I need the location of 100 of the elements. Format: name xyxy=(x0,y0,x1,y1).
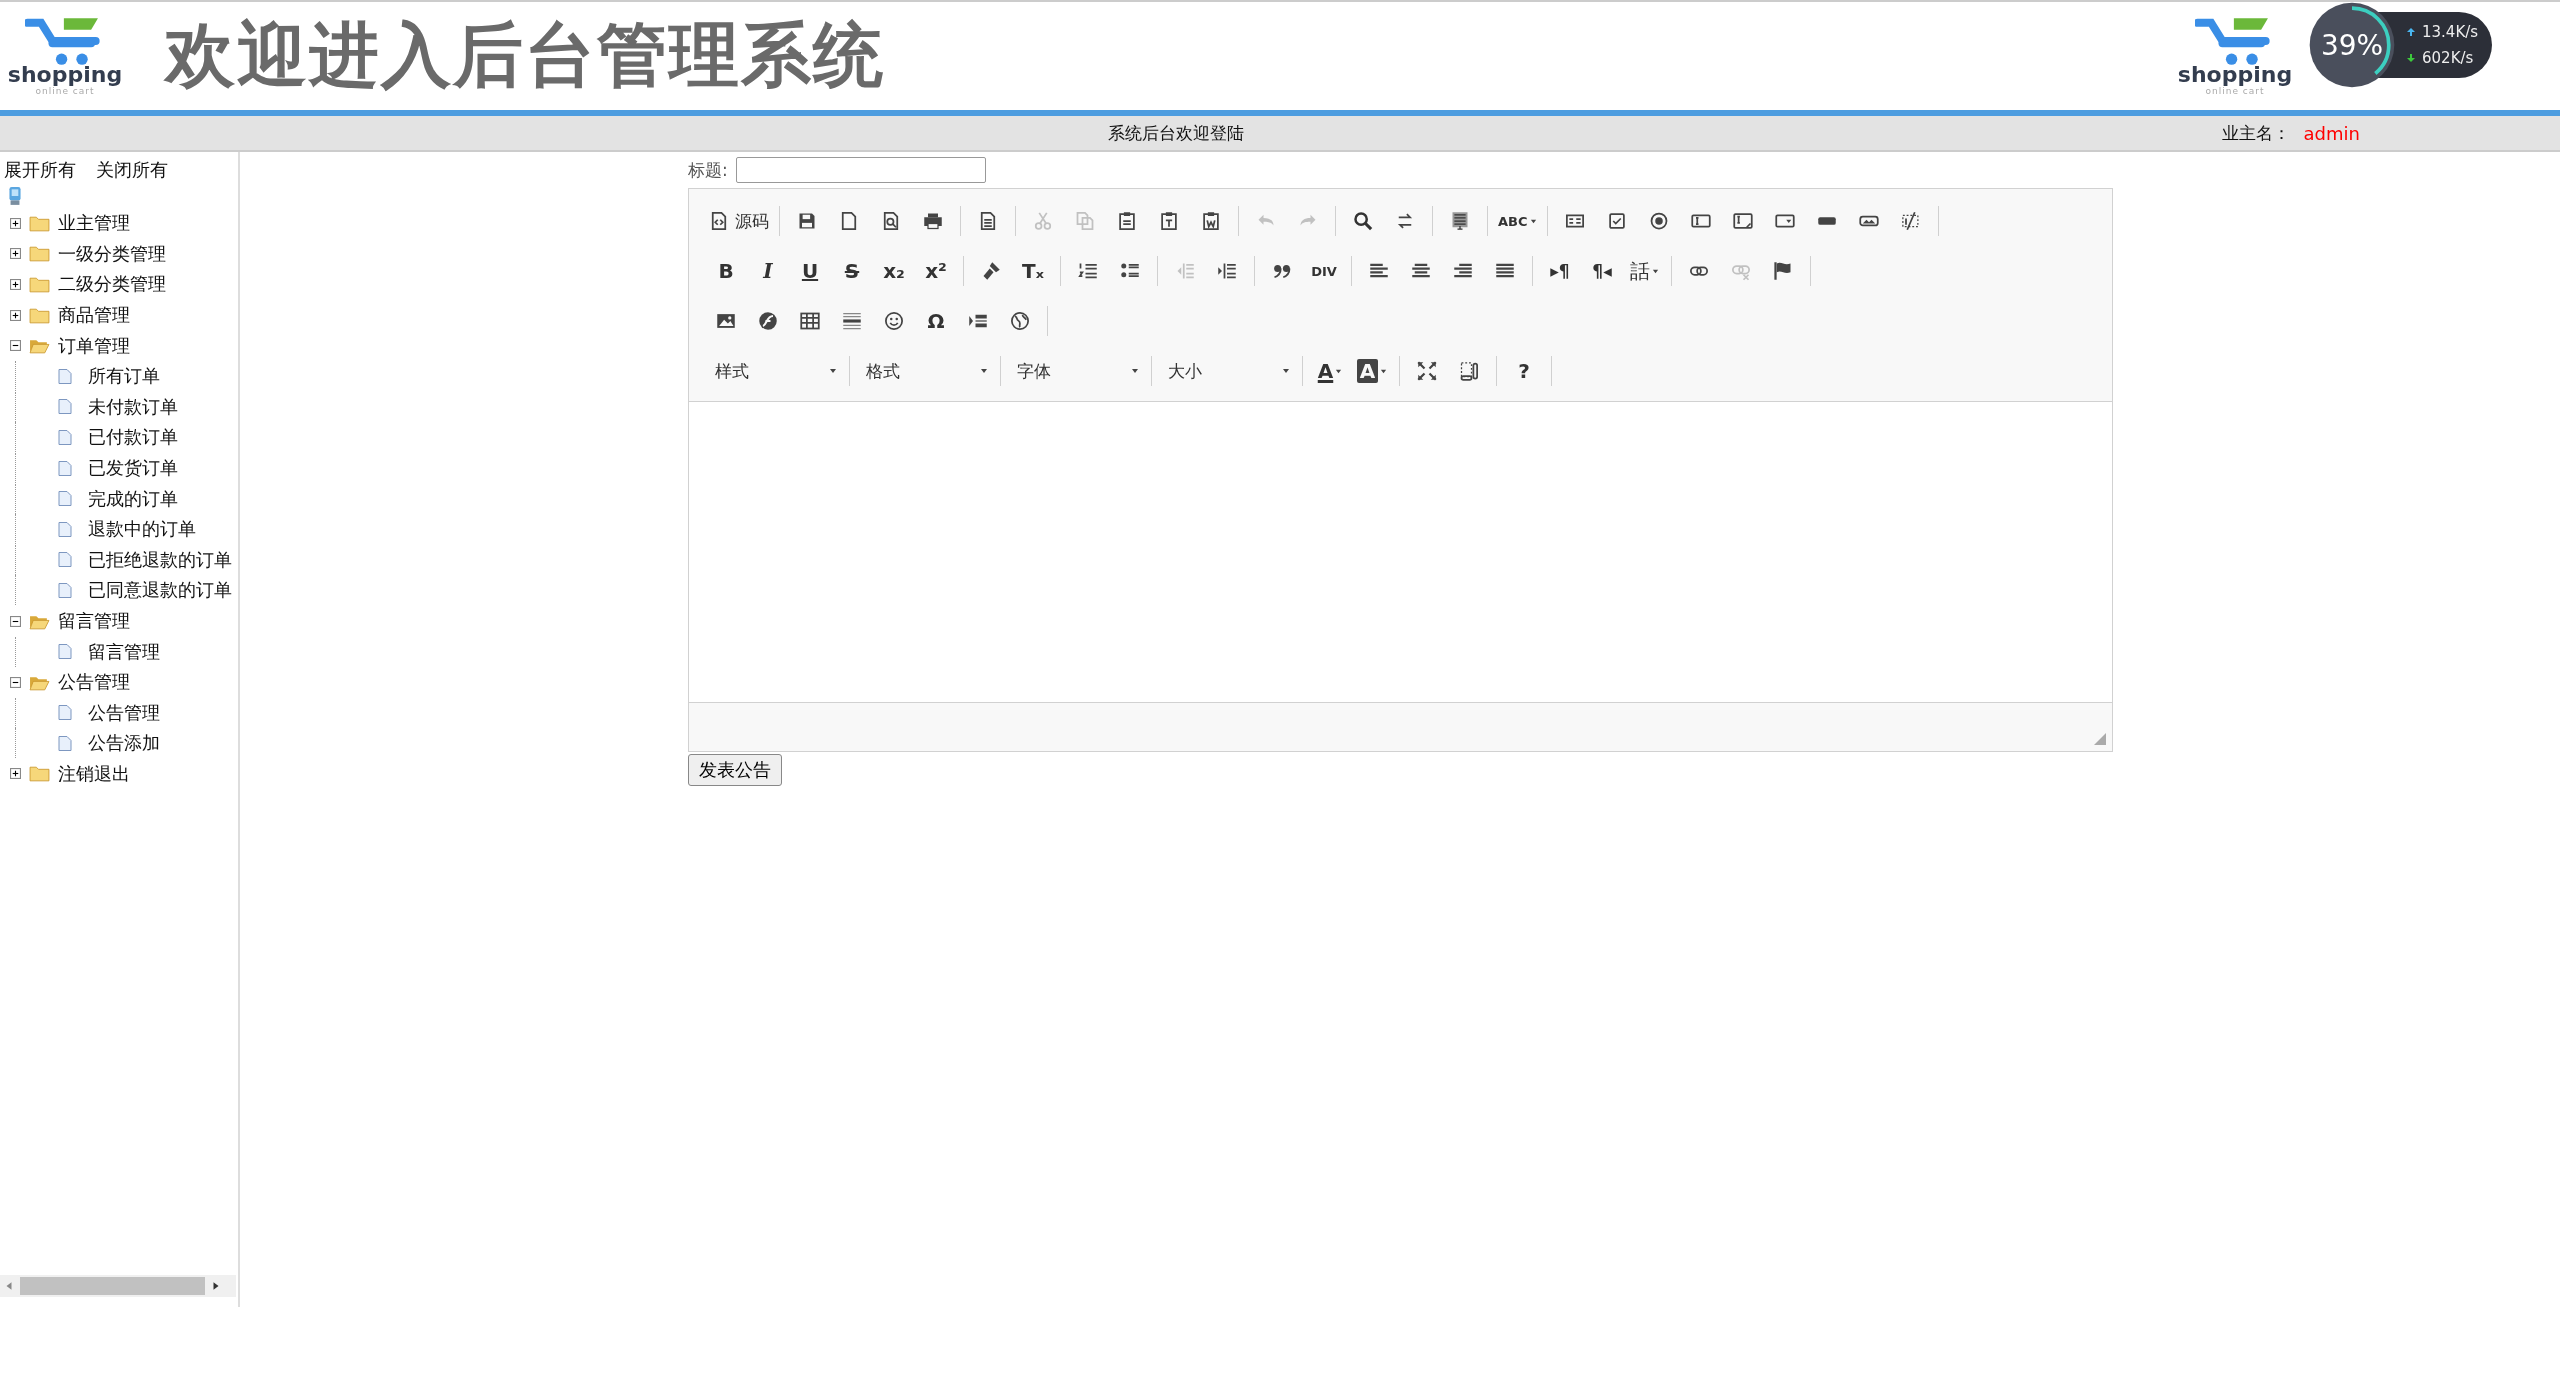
page-icon xyxy=(58,581,72,599)
dropdown-combo[interactable]: 大小 xyxy=(1158,356,1296,386)
source-button[interactable]: 源码 xyxy=(705,206,773,236)
language-button[interactable]: 話 xyxy=(1623,256,1665,286)
subscript-button[interactable]: x₂ xyxy=(873,256,915,286)
document-icon xyxy=(978,211,998,231)
expand-icon[interactable] xyxy=(10,248,21,260)
page-icon xyxy=(58,490,72,508)
tree-page-item[interactable]: 已拒绝退款的订单 xyxy=(88,547,232,572)
dropdown-combo[interactable]: 样式 xyxy=(705,356,843,386)
italic-button[interactable]: I xyxy=(747,256,789,286)
tree-page-item[interactable]: 已同意退款的订单 xyxy=(88,578,232,603)
scroll-left-icon[interactable] xyxy=(4,1281,14,1291)
collapse-icon[interactable] xyxy=(10,340,21,352)
maximize-icon xyxy=(1417,361,1437,381)
site-title: 欢迎进入后台管理系统 xyxy=(165,13,885,98)
expand-icon[interactable] xyxy=(10,768,21,780)
caret-icon xyxy=(1131,367,1139,375)
tree-folder-item[interactable]: 商品管理 xyxy=(58,303,130,328)
collapse-icon[interactable] xyxy=(10,615,21,627)
expand-icon[interactable] xyxy=(10,217,21,229)
page-icon xyxy=(58,428,72,446)
tree-page-item[interactable]: 已发货订单 xyxy=(88,456,178,481)
tree-page-item[interactable]: 完成的订单 xyxy=(88,486,178,511)
outdent-icon xyxy=(1175,261,1195,281)
caret-icon xyxy=(829,367,837,375)
scissors-icon xyxy=(1033,211,1053,231)
expand-all-link[interactable]: 展开所有 xyxy=(4,158,76,182)
folder-icon xyxy=(29,214,50,232)
user-name: admin xyxy=(2303,122,2360,144)
upload-arrow-icon xyxy=(2406,27,2416,37)
rtl-button[interactable]: ¶◂ xyxy=(1581,256,1623,286)
logo-tagline: online cart xyxy=(2205,86,2265,96)
globe-icon xyxy=(1010,311,1030,331)
specialchar-button[interactable]: Ω xyxy=(915,306,957,336)
tree-page-item[interactable]: 未付款订单 xyxy=(88,394,178,419)
download-arrow-icon xyxy=(2406,53,2416,63)
clipboard-icon xyxy=(1117,211,1137,231)
page-icon xyxy=(58,520,72,538)
underline-button[interactable]: U xyxy=(789,256,831,286)
creatediv-button[interactable]: DIV xyxy=(1303,256,1345,286)
scroll-right-icon[interactable] xyxy=(211,1281,221,1291)
horizontal-scrollbar[interactable] xyxy=(0,1275,236,1297)
tree-folder-item[interactable]: 一级分类管理 xyxy=(58,241,166,266)
dropdown-combo[interactable]: 格式 xyxy=(856,356,994,386)
ltr-button[interactable]: ▸¶ xyxy=(1539,256,1581,286)
textcolor-button[interactable]: A xyxy=(1309,356,1351,386)
folder-icon xyxy=(29,245,50,263)
folder-icon xyxy=(29,306,50,324)
tree-page-item[interactable]: 公告添加 xyxy=(88,731,160,756)
superscript-button[interactable]: x² xyxy=(915,256,957,286)
strike-button[interactable]: S xyxy=(831,256,873,286)
about-button[interactable]: ? xyxy=(1503,356,1545,386)
expand-icon[interactable] xyxy=(10,279,21,290)
tree-page-item[interactable]: 退款中的订单 xyxy=(88,517,196,542)
title-input[interactable] xyxy=(735,157,986,183)
clipboard-icon xyxy=(1159,211,1179,231)
page-icon xyxy=(58,459,72,477)
tree-folder-item[interactable]: 二级分类管理 xyxy=(58,272,166,297)
dropdown-combo[interactable]: 字体 xyxy=(1007,356,1145,386)
page-search-icon xyxy=(881,211,901,231)
expand-icon[interactable] xyxy=(10,309,21,321)
tree-page-item[interactable]: 已付款订单 xyxy=(88,425,178,450)
smiley-icon xyxy=(884,311,904,331)
logo-tagline: online cart xyxy=(35,86,95,96)
clipboard-icon xyxy=(1201,211,1221,231)
flag-icon xyxy=(1773,261,1793,281)
page-icon xyxy=(58,551,72,569)
caret-icon xyxy=(1282,367,1290,375)
page-icon xyxy=(58,367,72,385)
bgcolor-button[interactable]: A xyxy=(1351,356,1393,386)
tree-page-item[interactable]: 留言管理 xyxy=(88,639,160,664)
tree-folder-item[interactable]: 订单管理 xyxy=(58,333,130,358)
page-icon xyxy=(58,704,72,722)
code-page-icon xyxy=(709,211,729,231)
folder-icon xyxy=(29,276,50,293)
resize-grip-icon[interactable] xyxy=(2094,733,2106,745)
folder-icon xyxy=(29,765,50,783)
publish-button[interactable]: 发表公告 xyxy=(688,754,782,786)
select-all-icon xyxy=(1450,211,1470,231)
text-area-icon xyxy=(1732,211,1753,231)
bold-button[interactable]: B xyxy=(705,256,747,286)
page-icon xyxy=(58,643,72,661)
logo-name: shopping xyxy=(7,64,123,86)
show-blocks-icon xyxy=(1459,361,1479,381)
hidden-field-icon xyxy=(1900,211,1921,231)
tree-folder-item[interactable]: 公告管理 xyxy=(58,670,130,695)
logo-name: shopping xyxy=(2177,64,2293,86)
printer-icon xyxy=(923,211,943,231)
collapse-all-link[interactable]: 关闭所有 xyxy=(96,158,168,182)
spellcheck-button[interactable]: ABC xyxy=(1494,206,1541,236)
horizontal-line-icon xyxy=(842,311,862,331)
tree-folder-item[interactable]: 注销退出 xyxy=(58,762,130,786)
tree-folder-item[interactable]: 留言管理 xyxy=(58,609,130,633)
tree-folder-item[interactable]: 业主管理 xyxy=(58,211,130,236)
tree-page-item[interactable]: 所有订单 xyxy=(88,364,160,389)
collapse-icon[interactable] xyxy=(10,676,21,688)
removeformat-button[interactable]: Tₓ xyxy=(1012,256,1054,286)
tree-page-item[interactable]: 公告管理 xyxy=(88,700,160,725)
numbered-list-icon xyxy=(1078,261,1098,281)
